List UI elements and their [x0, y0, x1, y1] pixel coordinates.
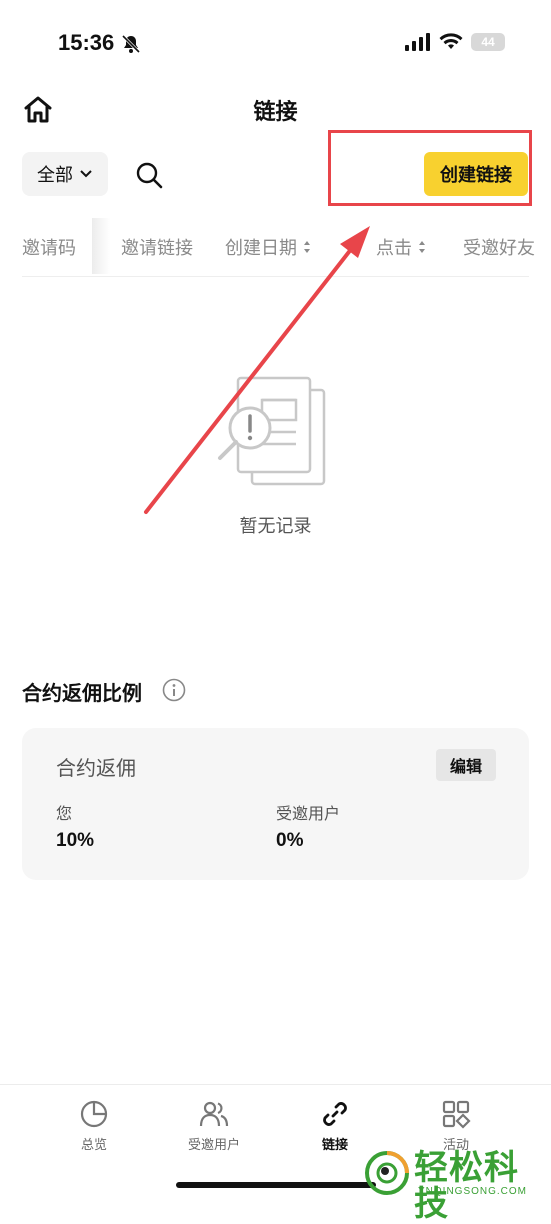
watermark-subtext: YNQINGSONG.COM — [418, 1186, 528, 1197]
users-icon — [199, 1101, 229, 1127]
invitee-value: 0% — [276, 830, 304, 851]
bottom-nav-divider — [0, 1084, 551, 1085]
wifi-icon — [439, 33, 463, 49]
rebate-section-title: 合约返佣比例 — [22, 681, 142, 705]
nav-overview[interactable]: 总览 — [49, 1098, 139, 1153]
column-scroll-shadow — [92, 218, 110, 274]
search-icon[interactable] — [134, 160, 164, 190]
empty-state-text: 暂无记录 — [239, 516, 312, 537]
column-invite-code: 邀请码 — [22, 238, 76, 259]
battery-indicator: 44 — [471, 33, 505, 51]
sort-icon — [419, 241, 425, 253]
nav-label: 受邀用户 — [187, 1138, 240, 1153]
create-link-button[interactable]: 创建链接 — [424, 152, 528, 196]
filter-label: 全部 — [37, 165, 73, 186]
info-icon[interactable] — [162, 678, 186, 702]
bell-muted-icon — [121, 34, 141, 54]
nav-label: 链接 — [321, 1138, 348, 1153]
chevron-down-icon — [80, 170, 92, 178]
watermark-logo-icon — [365, 1151, 409, 1195]
edit-button[interactable]: 编辑 — [436, 749, 496, 781]
nav-label: 总览 — [80, 1138, 107, 1153]
nav-invited-users[interactable]: 受邀用户 — [169, 1098, 259, 1153]
home-indicator — [176, 1182, 376, 1188]
sort-icon — [304, 241, 310, 253]
pie-chart-icon — [80, 1100, 108, 1128]
you-label: 您 — [56, 804, 73, 823]
signal-icon — [405, 33, 430, 51]
link-icon — [323, 1102, 347, 1126]
column-clicks[interactable]: 点击 — [376, 232, 426, 262]
nav-links[interactable]: 链接 — [290, 1098, 380, 1153]
status-icons: 44 — [405, 33, 505, 51]
nav-activity[interactable]: 活动 — [411, 1098, 501, 1153]
invitee-label: 受邀用户 — [276, 804, 341, 823]
empty-records-icon — [218, 376, 326, 486]
grid-icon — [442, 1100, 471, 1129]
status-time: 15:36 — [58, 30, 115, 55]
column-invite-link: 邀请链接 — [121, 238, 193, 259]
filter-dropdown[interactable]: 全部 — [22, 152, 108, 196]
column-invited-friends: 受邀好友 — [463, 238, 535, 259]
column-create-date[interactable]: 创建日期 — [225, 232, 311, 262]
rebate-card-title: 合约返佣 — [56, 756, 136, 780]
divider — [22, 276, 529, 277]
you-value: 10% — [56, 830, 95, 851]
page-title: 链接 — [253, 100, 298, 125]
